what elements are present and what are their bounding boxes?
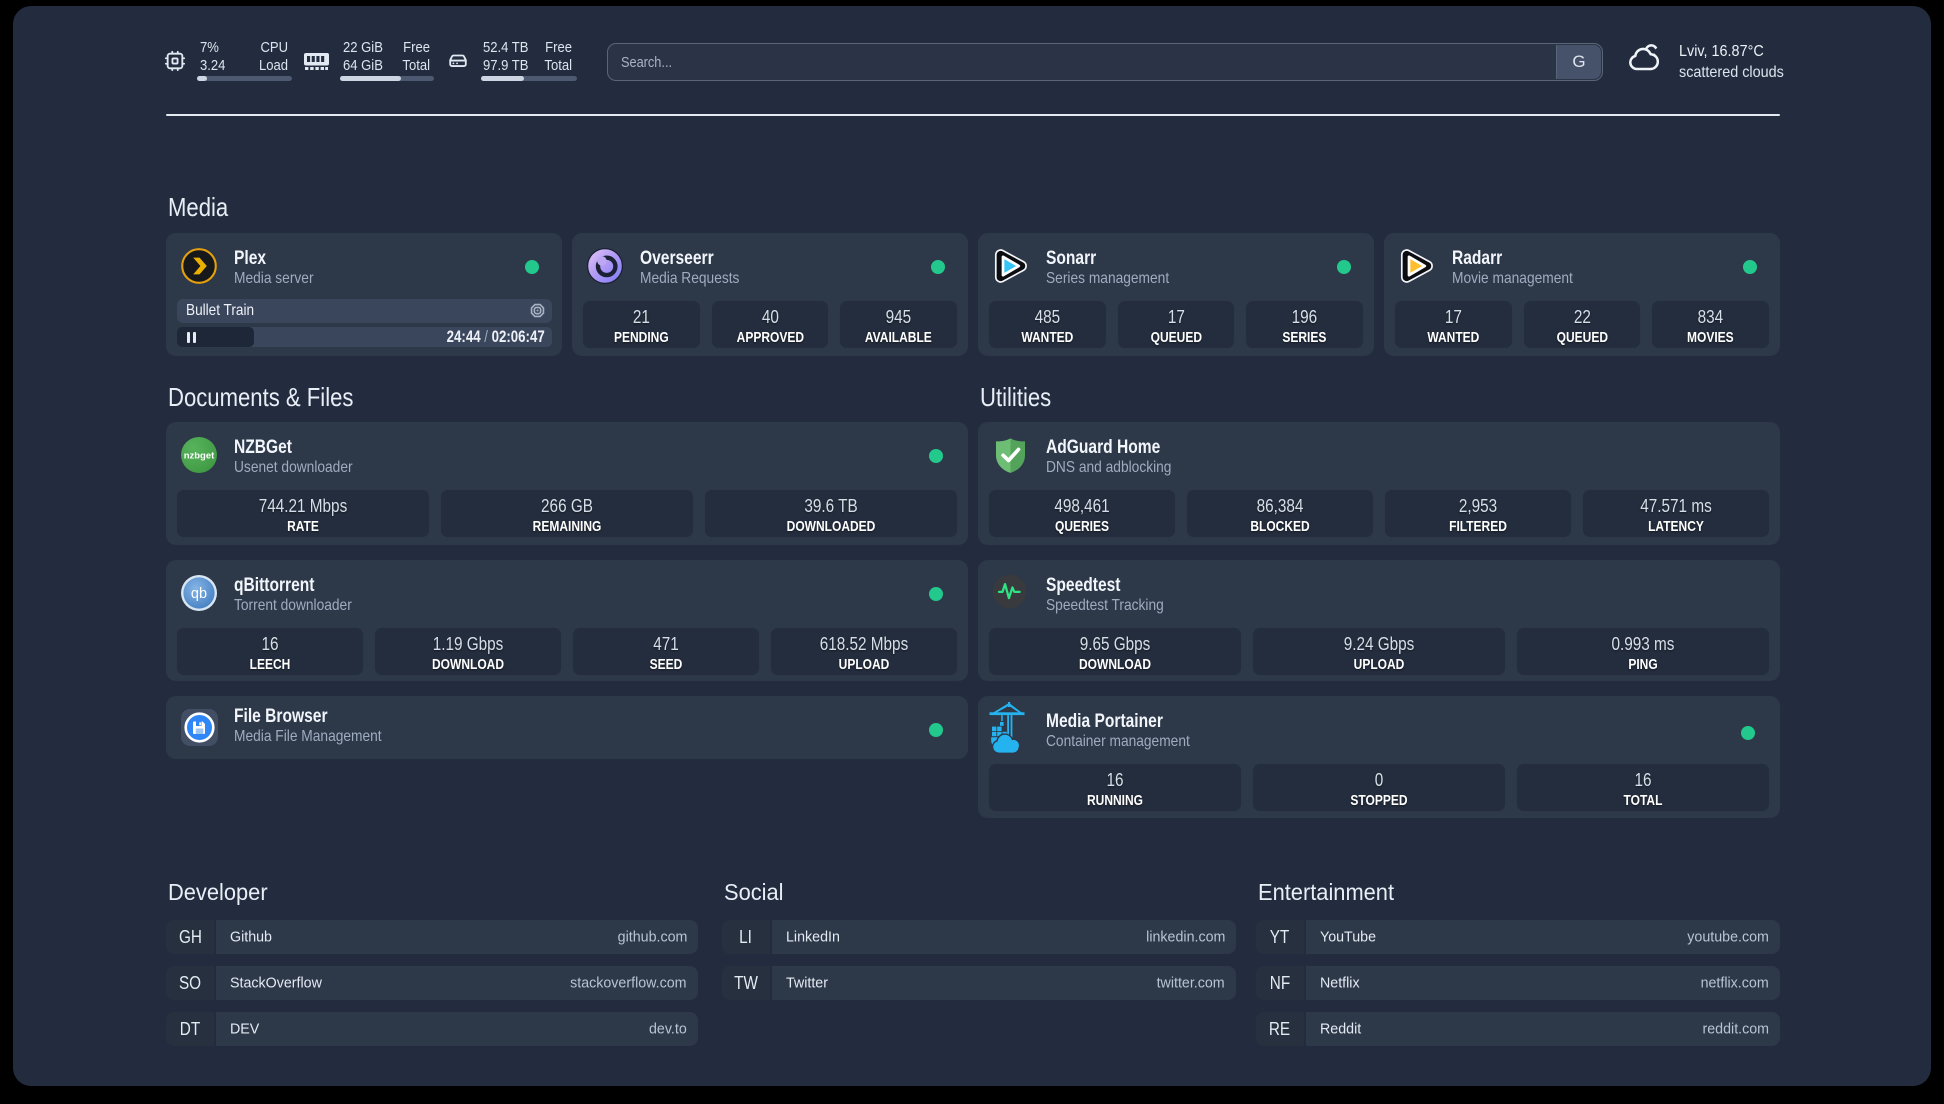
svg-text:qb: qb (191, 586, 207, 602)
svg-text:nzbget: nzbget (184, 451, 215, 462)
